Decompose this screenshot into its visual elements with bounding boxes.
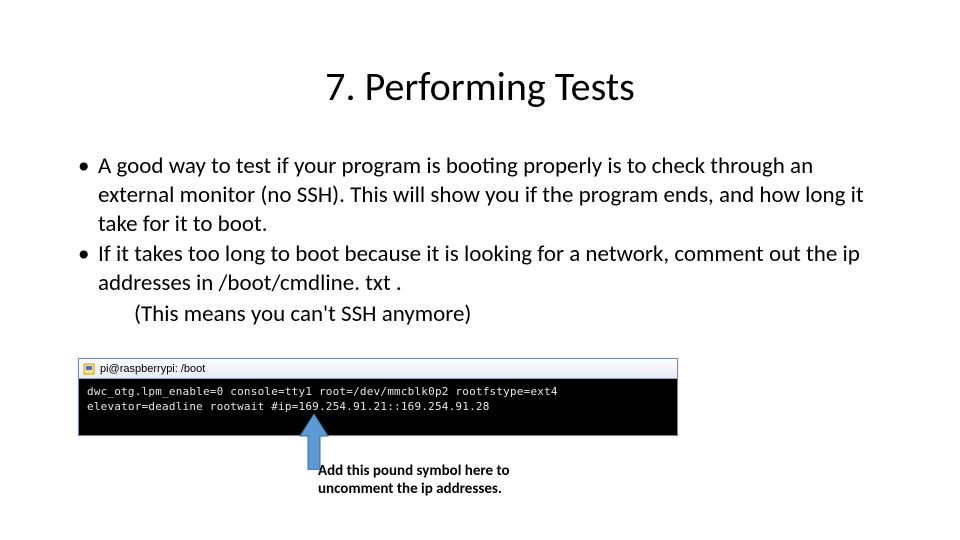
caption-line: uncomment the ip addresses. bbox=[318, 480, 578, 498]
slide-title: 7. Performing Tests bbox=[0, 62, 960, 111]
bullet-marker: • bbox=[78, 240, 98, 298]
terminal-titlebar: pi@raspberrypi: /boot bbox=[79, 359, 677, 379]
slide-body: • A good way to test if your program is … bbox=[78, 152, 890, 329]
terminal-body: dwc_otg.lpm_enable=0 console=tty1 root=/… bbox=[79, 379, 677, 435]
putty-icon bbox=[83, 363, 95, 375]
arrow-caption: Add this pound symbol here to uncomment … bbox=[318, 462, 578, 498]
bullet-text: A good way to test if your program is bo… bbox=[98, 152, 890, 238]
bullet-item: • If it takes too long to boot because i… bbox=[78, 240, 890, 298]
terminal-line: dwc_otg.lpm_enable=0 console=tty1 root=/… bbox=[87, 385, 558, 398]
slide: 7. Performing Tests • A good way to test… bbox=[0, 0, 960, 540]
terminal-title-text: pi@raspberrypi: /boot bbox=[100, 363, 205, 375]
terminal-line: elevator=deadline rootwait #ip=169.254.9… bbox=[87, 400, 490, 413]
caption-line: Add this pound symbol here to bbox=[318, 462, 578, 480]
indent-note: (This means you can't SSH anymore) bbox=[134, 300, 890, 329]
bullet-item: • A good way to test if your program is … bbox=[78, 152, 890, 238]
terminal-window: pi@raspberrypi: /boot dwc_otg.lpm_enable… bbox=[78, 358, 678, 436]
bullet-marker: • bbox=[78, 152, 98, 238]
bullet-text: If it takes too long to boot because it … bbox=[98, 240, 890, 298]
